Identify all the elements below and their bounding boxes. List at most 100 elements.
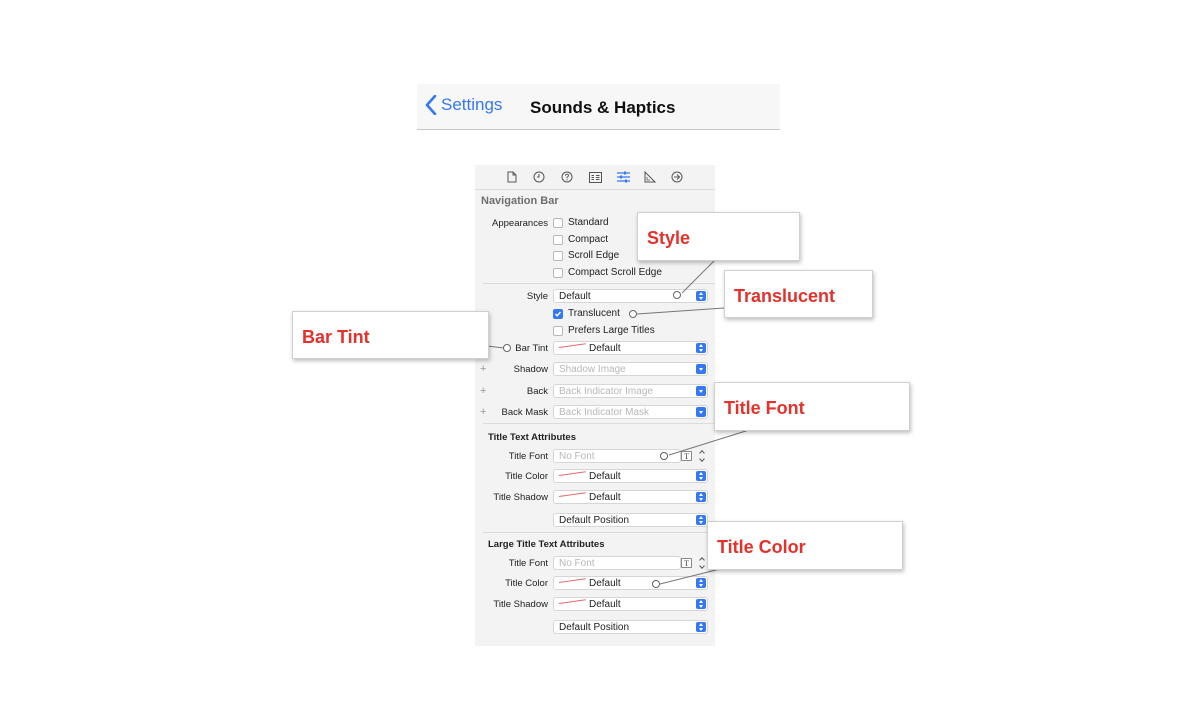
title-color-label: Title Color	[505, 471, 548, 482]
back-placeholder: Back Indicator Image	[559, 386, 653, 397]
large-title-shadow-popup[interactable]: Default	[553, 597, 708, 611]
callout-bar-tint: Bar Tint	[292, 311, 489, 359]
identity-icon[interactable]	[588, 170, 602, 184]
popup-chevron-icon	[696, 386, 706, 396]
connections-icon[interactable]	[670, 170, 684, 184]
title-shadow-popup[interactable]: Default	[553, 490, 708, 504]
large-title-font-placeholder: No Font	[559, 558, 595, 569]
color-swatch	[559, 496, 584, 498]
popup-stepper-icon	[696, 622, 706, 632]
popup-stepper-icon	[696, 599, 706, 609]
title-font-label: Title Font	[508, 451, 548, 462]
size-icon[interactable]	[643, 170, 657, 184]
divider	[483, 423, 715, 424]
callout-anchor-dot	[629, 310, 637, 318]
title-color-value: Default	[589, 471, 621, 482]
callout-style: Style	[637, 212, 800, 261]
color-swatch	[559, 603, 584, 605]
checkbox-standard[interactable]: Standard	[553, 217, 609, 228]
title-position-value: Default Position	[559, 515, 630, 526]
back-button[interactable]: Settings	[425, 95, 502, 115]
checkbox-translucent[interactable]: Translucent	[553, 308, 620, 319]
history-icon[interactable]	[532, 170, 546, 184]
checkbox-compact-scroll-edge[interactable]: Compact Scroll Edge	[553, 267, 662, 278]
checkbox-box[interactable]	[553, 217, 563, 228]
back-label: Back	[526, 386, 548, 397]
popup-stepper-icon	[696, 515, 706, 525]
shadow-popup[interactable]: Shadow Image	[553, 362, 708, 376]
callout-translucent: Translucent	[724, 270, 873, 318]
style-label: Style	[526, 291, 548, 302]
title-shadow-value: Default	[589, 492, 621, 503]
color-swatch	[559, 475, 584, 477]
divider	[483, 283, 715, 284]
checkbox-label: Compact Scroll Edge	[568, 267, 662, 278]
large-title-font-field[interactable]: No Font	[553, 556, 681, 570]
checkbox-label: Prefers Large Titles	[568, 325, 655, 336]
back-popup[interactable]: Back Indicator Image	[553, 384, 708, 398]
popup-stepper-icon	[696, 343, 706, 353]
chevron-left-icon	[425, 95, 437, 115]
checkbox-label: Standard	[568, 217, 609, 228]
checkbox-box[interactable]	[553, 267, 563, 278]
back-mask-placeholder: Back Indicator Mask	[559, 407, 650, 418]
back-mask-popup[interactable]: Back Indicator Mask	[553, 405, 708, 419]
title-color-popup[interactable]: Default	[553, 469, 708, 483]
inspector-toolbar	[475, 165, 715, 190]
help-icon[interactable]	[560, 170, 574, 184]
font-picker-icon[interactable]: T	[681, 451, 692, 461]
large-title-color-label: Title Color	[505, 578, 548, 589]
large-title-position-popup[interactable]: Default Position	[553, 620, 708, 634]
large-title-text-attributes-heading: Large Title Text Attributes	[488, 539, 605, 550]
checkbox-prefers-large-titles[interactable]: Prefers Large Titles	[553, 325, 655, 336]
callout-label: Bar Tint	[302, 327, 370, 347]
large-title-color-value: Default	[589, 578, 621, 589]
popup-stepper-icon	[696, 471, 706, 481]
color-swatch	[559, 582, 584, 584]
appearances-label: Appearances	[492, 218, 548, 229]
shadow-placeholder: Shadow Image	[559, 364, 626, 375]
file-icon[interactable]	[505, 170, 519, 184]
font-picker-icon[interactable]: T	[681, 558, 692, 568]
callout-title-color: Title Color	[707, 521, 903, 570]
large-title-shadow-value: Default	[589, 599, 621, 610]
bar-tint-value: Default	[589, 343, 621, 354]
checkbox-label: Translucent	[568, 308, 620, 319]
popup-stepper-icon	[696, 578, 706, 588]
font-size-stepper-icon[interactable]	[699, 557, 705, 569]
font-size-stepper-icon[interactable]	[699, 450, 705, 462]
large-title-position-value: Default Position	[559, 622, 630, 633]
callout-label: Title Font	[724, 398, 805, 418]
attributes-icon[interactable]	[616, 170, 630, 184]
popup-stepper-icon	[696, 291, 706, 301]
large-title-color-popup[interactable]: Default	[553, 576, 708, 590]
callout-label: Translucent	[734, 286, 836, 306]
callout-anchor-dot	[652, 580, 660, 588]
checkbox-label: Compact	[568, 234, 609, 245]
back-mask-label: Back Mask	[501, 407, 548, 418]
title-position-popup[interactable]: Default Position	[553, 513, 708, 527]
callout-label: Title Color	[717, 537, 806, 557]
popup-chevron-icon	[696, 364, 706, 374]
checkbox-box-checked[interactable]	[553, 308, 563, 319]
title-shadow-label: Title Shadow	[493, 492, 548, 503]
section-title-navigation-bar: Navigation Bar	[481, 195, 559, 207]
style-popup[interactable]: Default	[553, 289, 708, 303]
nav-title: Sounds & Haptics	[530, 98, 676, 117]
large-title-shadow-label: Title Shadow	[493, 599, 548, 610]
popup-stepper-icon	[696, 492, 706, 502]
callout-label: Style	[647, 228, 691, 248]
checkbox-label: Scroll Edge	[568, 250, 620, 261]
navigation-bar-preview: Settings Sounds & Haptics	[417, 84, 780, 130]
bar-tint-popup[interactable]: Default	[553, 341, 708, 355]
popup-chevron-icon	[696, 407, 706, 417]
divider	[483, 532, 715, 533]
back-button-label: Settings	[441, 95, 503, 114]
checkbox-box[interactable]	[553, 325, 563, 336]
checkbox-scroll-edge[interactable]: Scroll Edge	[553, 250, 619, 261]
checkbox-box[interactable]	[553, 250, 563, 261]
callout-title-font: Title Font	[714, 382, 910, 431]
checkbox-box[interactable]	[553, 234, 563, 245]
checkbox-compact[interactable]: Compact	[553, 234, 608, 245]
title-font-placeholder: No Font	[559, 451, 595, 462]
